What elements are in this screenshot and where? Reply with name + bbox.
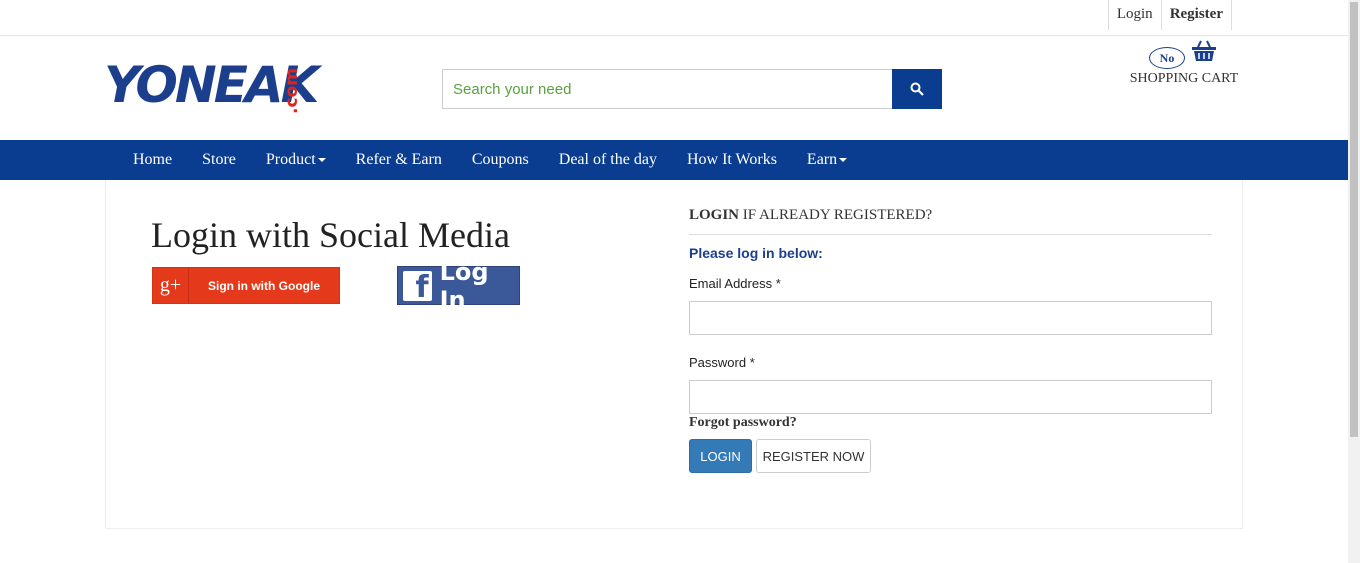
caret-down-icon xyxy=(317,158,326,163)
nav-label: How It Works xyxy=(686,151,777,168)
login-heading-bold: LOGIN xyxy=(689,207,740,223)
register-now-button[interactable]: REGISTER NOW xyxy=(756,439,871,473)
nav-store[interactable]: Store xyxy=(187,140,251,180)
google-signin-label: Sign in with Google xyxy=(208,278,320,293)
cart-label: SHOPPING CART xyxy=(1129,71,1239,86)
search-bar xyxy=(442,69,942,109)
search-icon xyxy=(910,82,924,96)
nav-label: Refer & Earn xyxy=(355,151,442,168)
cart-count-badge: No xyxy=(1149,47,1185,69)
nav-home[interactable]: Home xyxy=(118,140,187,180)
shopping-cart[interactable]: No SHOPPING CART xyxy=(1128,40,1240,87)
nav-refer-earn[interactable]: Refer & Earn xyxy=(341,140,457,180)
nav-label: Store xyxy=(202,151,236,168)
nav-coupons[interactable]: Coupons xyxy=(457,140,544,180)
main-nav: Home Store Product Refer & Earn Coupons … xyxy=(0,140,1348,180)
nav-deal-of-the-day[interactable]: Deal of the day xyxy=(544,140,672,180)
forgot-password-link[interactable]: Forgot password? xyxy=(689,415,797,431)
basket-icon xyxy=(1192,40,1216,61)
login-heading: LOGIN IF ALREADY REGISTERED? xyxy=(689,207,1212,235)
nav-label: Product xyxy=(265,151,316,168)
scrollbar-thumb[interactable] xyxy=(1350,2,1358,437)
email-field[interactable] xyxy=(689,301,1212,335)
site-logo[interactable]: YONEAK .com xyxy=(104,54,319,122)
password-field[interactable] xyxy=(689,380,1212,414)
login-heading-rest: IF ALREADY REGISTERED? xyxy=(739,207,933,223)
password-label: Password * xyxy=(689,355,755,370)
caret-down-icon xyxy=(839,158,848,163)
logo-suffix: .com xyxy=(282,68,302,114)
search-input[interactable] xyxy=(442,69,892,109)
email-label: Email Address * xyxy=(689,276,781,291)
account-links: Login Register xyxy=(1107,0,1232,30)
nav-label: Home xyxy=(133,151,173,168)
login-button[interactable]: LOGIN xyxy=(689,439,752,473)
google-signin-button[interactable]: g+ Sign in with Google xyxy=(152,267,340,304)
nav-label: Coupons xyxy=(471,151,529,168)
search-button[interactable] xyxy=(892,69,942,109)
nav-how-it-works[interactable]: How It Works xyxy=(672,140,792,180)
facebook-login-button[interactable]: f Log In xyxy=(397,258,520,314)
top-login-link[interactable]: Login xyxy=(1109,0,1161,30)
facebook-icon: f xyxy=(403,270,432,302)
social-login-title: Login with Social Media xyxy=(151,215,510,255)
nav-label: Earn xyxy=(806,151,838,168)
nav-label: Deal of the day xyxy=(558,151,657,168)
top-register-link[interactable]: Register xyxy=(1160,0,1231,30)
nav-earn[interactable]: Earn xyxy=(792,140,862,180)
nav-product[interactable]: Product xyxy=(251,140,341,180)
vertical-scrollbar[interactable] xyxy=(1348,0,1360,563)
facebook-login-label: Log In xyxy=(439,257,489,314)
google-plus-icon: g+ xyxy=(153,268,189,303)
top-bar: Login Register xyxy=(0,0,1348,36)
login-subheading: Please log in below: xyxy=(689,245,823,261)
